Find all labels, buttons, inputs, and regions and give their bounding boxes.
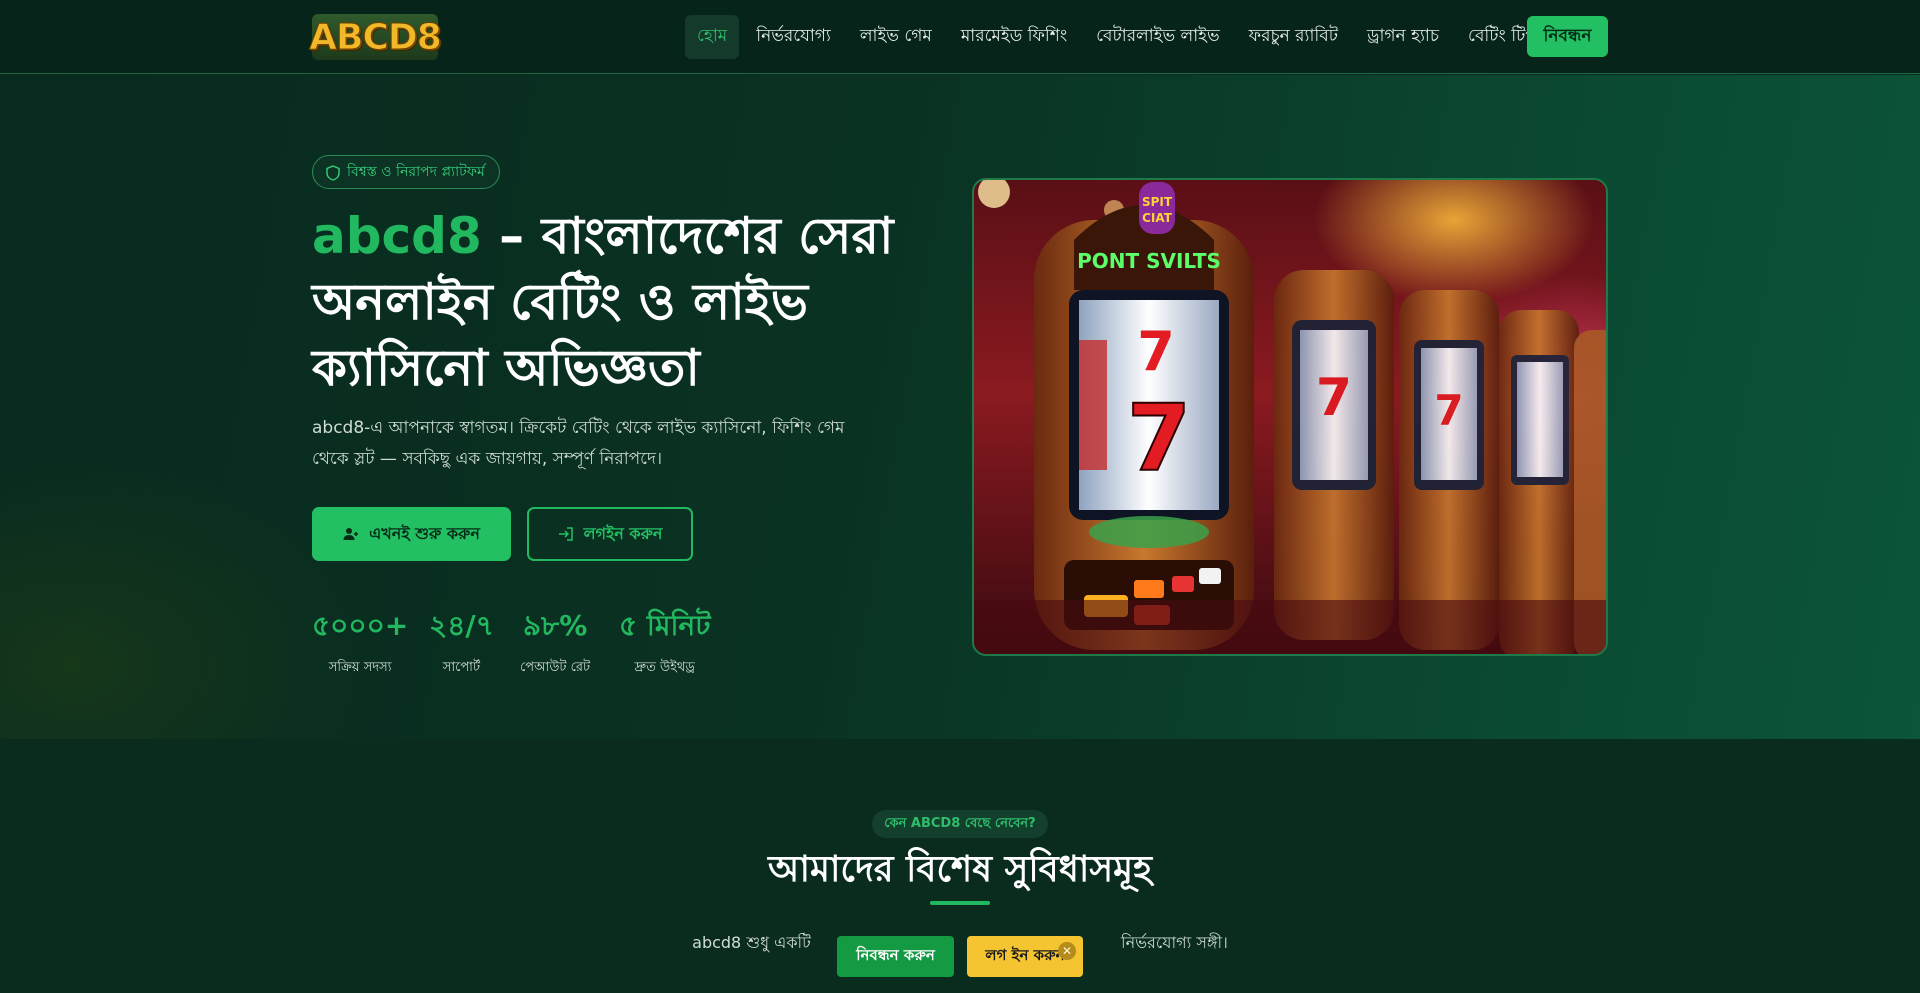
stat-members: ৫০০০+ সক্রিয় সদস্য (312, 606, 408, 679)
stat-value: ৫ মিনিট (619, 609, 711, 642)
title-underline (930, 901, 990, 905)
get-started-button[interactable]: এখনই শুরু করুন (312, 507, 511, 561)
stat-value: ৫০০০+ (312, 609, 409, 642)
features-title: আমাদের বিশেষ সুবিধাসমূহ (767, 849, 1153, 890)
top-navbar: ABCD8 হোম নির্ভরযোগ্য লাইভ গেম মারমেইড ফ… (0, 0, 1920, 74)
svg-text:SPIT: SPIT (1142, 195, 1173, 209)
stat-label: সক্রিয় সদস্য (328, 660, 392, 675)
section-eyebrow: কেন ABCD8 বেছে নেবেন? (872, 810, 1048, 838)
features-description: abcd8 শুধু একটি নির্ভরযোগ্য সঙ্গী। (0, 930, 1920, 956)
stat-value: ২৪/৭ (429, 609, 494, 642)
nav-links: হোম নির্ভরযোগ্য লাইভ গেম মারমেইড ফিশিং ব… (685, 15, 1565, 59)
features-desc-left: abcd8 শুধু একটি (692, 933, 811, 952)
stat-label: পেআউট রেট (520, 660, 591, 675)
trust-badge: বিশ্বস্ত ও নিরাপদ প্ল্যাটফর্ম (312, 155, 500, 189)
get-started-label: এখনই শুরু করুন (369, 523, 480, 543)
user-plus-icon (343, 528, 359, 540)
stat-withdraw: ৫ মিনিট দ্রুত উইথড্র (619, 606, 710, 679)
register-button[interactable]: নিবন্ধন (1527, 16, 1608, 57)
badge-label: বিশ্বস্ত ও নিরাপদ প্ল্যাটফর্ম (347, 164, 485, 180)
nav-item-live-games[interactable]: লাইভ গেম (848, 15, 944, 59)
hero-title: abcd8 – বাংলাদেশের সেরা অনলাইন বেটিং ও ল… (312, 203, 912, 401)
svg-text:CIAT: CIAT (1142, 211, 1173, 225)
svg-text:PONT SVILTS: PONT SVILTS (1077, 249, 1221, 273)
slot-machines-illustration: 7 7 SPIT CIAT PONT SVILTS 7 7 (974, 180, 1606, 654)
hero-title-brand: abcd8 (312, 207, 482, 265)
nav-item-home[interactable]: হোম (685, 15, 740, 59)
site-logo[interactable]: ABCD8 (309, 14, 442, 60)
features-desc-right: নির্ভরযোগ্য সঙ্গী। (1121, 933, 1228, 952)
nav-item-trusted[interactable]: নির্ভরযোগ্য (744, 15, 843, 59)
nav-item-fortune-rabbit[interactable]: ফরচুন র‍্যাবিট (1237, 15, 1350, 59)
nav-item-mermaid-fishing[interactable]: মারমেইড ফিশিং (949, 15, 1079, 59)
stat-payout: ৯৮% পেআউট রেট (520, 606, 590, 679)
close-icon[interactable]: ✕ (1058, 942, 1076, 960)
stat-label: দ্রুত উইথড্র (634, 660, 695, 675)
login-button[interactable]: লগইন করুন (527, 507, 693, 561)
stat-label: সাপোর্ট (442, 660, 481, 675)
svg-text:7: 7 (1137, 320, 1175, 383)
svg-text:7: 7 (1434, 386, 1463, 435)
login-icon (558, 527, 573, 541)
floating-register-button[interactable]: নিবন্ধন করুন (837, 936, 954, 977)
svg-text:7: 7 (1127, 385, 1191, 492)
nav-item-betterlive[interactable]: বেটারলাইভ লাইভ (1084, 15, 1232, 59)
shield-icon (326, 165, 340, 181)
svg-text:7: 7 (1316, 368, 1352, 428)
login-label: লগইন করুন (583, 523, 663, 543)
hero-description: abcd8-এ আপনাকে স্বাগতম। ক্রিকেট বেটিং থে… (312, 418, 845, 469)
stat-support: ২৪/৭ সাপোর্ট (429, 606, 494, 679)
slot-machines-image: 7 7 SPIT CIAT PONT SVILTS 7 7 (972, 178, 1608, 656)
stat-value: ৯৮% (522, 609, 588, 642)
hero-section (0, 75, 1920, 739)
nav-item-dragon-hatch[interactable]: ড্রাগন হ্যাচ (1355, 15, 1451, 59)
